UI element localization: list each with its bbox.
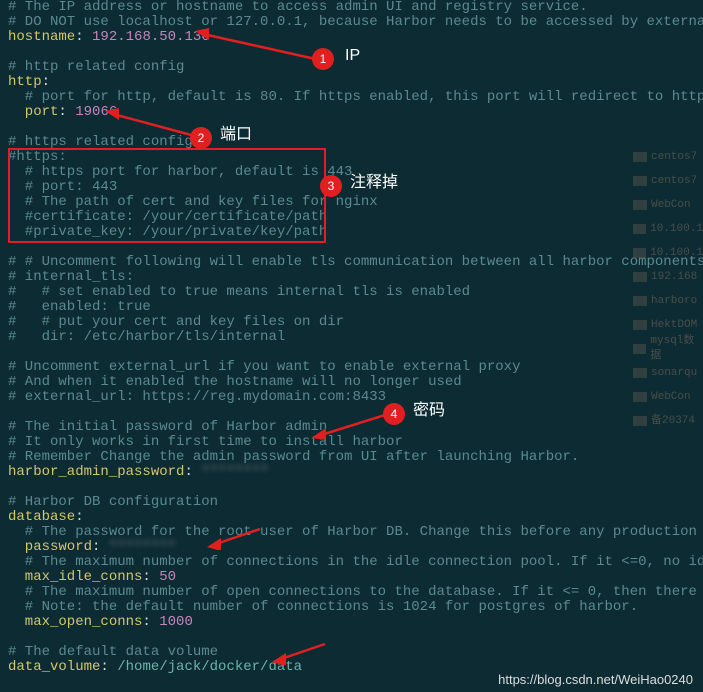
label-ip: IP: [345, 48, 360, 63]
highlight-box: [8, 148, 326, 243]
sidebar-hint: centos7centos7WebCon10.100.110.100.1192.…: [633, 145, 703, 525]
badge-1: 1: [312, 48, 334, 70]
label-port: 端口: [220, 127, 252, 142]
badge-3: 3: [320, 175, 342, 197]
code-editor[interactable]: # The IP address or hostname to access a…: [0, 0, 703, 692]
label-comment: 注释掉: [350, 175, 398, 190]
badge-4: 4: [383, 403, 405, 425]
badge-2: 2: [190, 127, 212, 149]
code-content: # The IP address or hostname to access a…: [8, 0, 703, 690]
watermark: https://blog.csdn.net/WeiHao0240: [498, 672, 693, 687]
label-password: 密码: [413, 403, 445, 418]
